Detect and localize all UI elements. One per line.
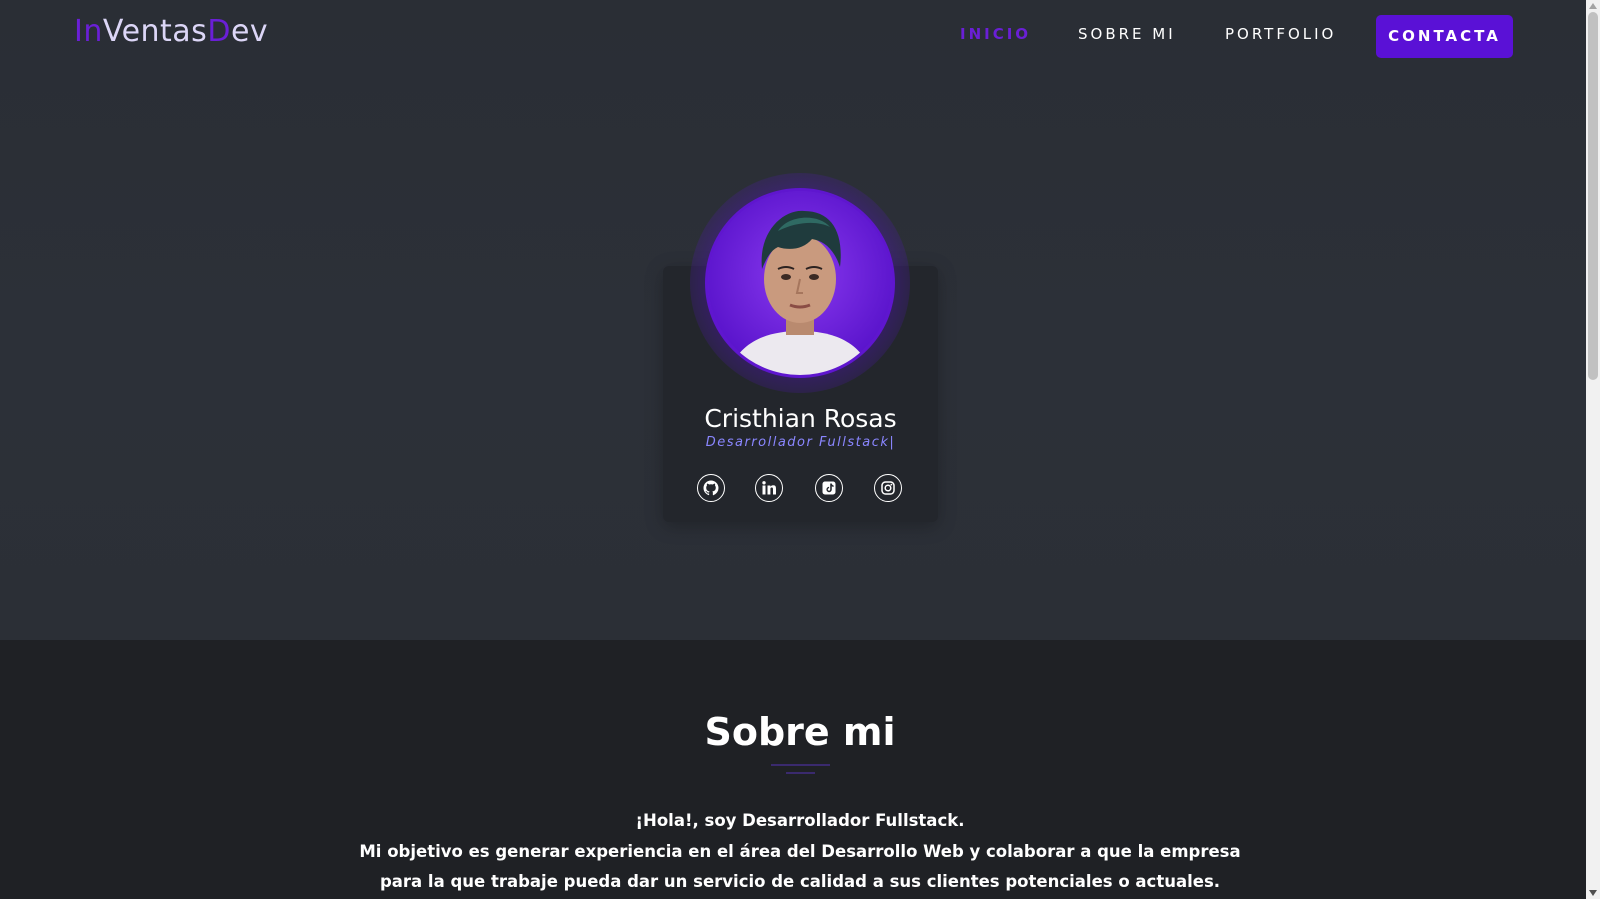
hero-section: InVentasDev INICIO SOBRE MI PORTFOLIO CO… (0, 0, 1586, 640)
scroll-up-icon (1589, 3, 1597, 9)
page: InVentasDev INICIO SOBRE MI PORTFOLIO CO… (0, 0, 1600, 899)
about-text: ¡Hola!, soy Desarrollador Fullstack. Mi … (300, 806, 1300, 898)
scroll-down-icon (1589, 890, 1597, 896)
tiktok-button[interactable] (815, 474, 843, 502)
tiktok-icon (822, 481, 836, 495)
brand-part-2: Ventas (102, 14, 208, 49)
brand-part-1: In (74, 14, 103, 49)
linkedin-button[interactable] (755, 474, 783, 502)
brand-part-3: D (207, 14, 231, 49)
about-line-3: para la que trabaje pueda dar un servici… (379, 872, 1221, 891)
instagram-icon (881, 481, 895, 495)
nav-link-inicio[interactable]: INICIO (960, 25, 1031, 43)
title-underline-short (786, 772, 815, 774)
avatar-portrait (708, 191, 892, 375)
brand-logo[interactable]: InVentasDev (74, 14, 268, 49)
contacta-button[interactable]: CONTACTA (1376, 15, 1513, 58)
navbar: InVentasDev INICIO SOBRE MI PORTFOLIO CO… (0, 0, 1586, 72)
nav-link-portfolio[interactable]: PORTFOLIO (1225, 25, 1336, 43)
scroll-up-arrow[interactable] (1586, 0, 1600, 12)
linkedin-icon (762, 481, 776, 495)
scroll-down-arrow[interactable] (1586, 887, 1600, 899)
about-line-2: Mi objetivo es generar experiencia en el… (359, 841, 1241, 861)
scrollbar-thumb[interactable] (1588, 12, 1598, 380)
title-underline (771, 764, 830, 766)
nav-link-sobre-mi[interactable]: SOBRE MI (1078, 25, 1176, 43)
github-icon (703, 480, 719, 496)
brand-part-4: ev (230, 14, 269, 49)
profile-role: Desarrollador Fullstack| (705, 435, 896, 450)
avatar (708, 191, 892, 375)
github-button[interactable] (697, 474, 725, 502)
about-line-1: ¡Hola!, soy Desarrollador Fullstack. (635, 811, 965, 830)
instagram-button[interactable] (874, 474, 902, 502)
profile-name: Cristhian Rosas (704, 404, 897, 433)
about-title: Sobre mi (704, 710, 896, 754)
